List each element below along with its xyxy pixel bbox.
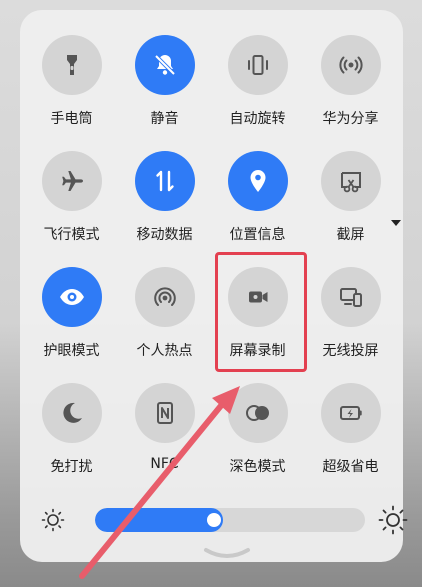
flashlight-toggle-button[interactable] (41, 35, 102, 95)
mobile-data-icon (155, 170, 174, 192)
sun-high-icon (378, 505, 408, 535)
eye-toggle-button[interactable] (41, 267, 102, 327)
screenshot-toggle-button[interactable] (320, 151, 381, 211)
expand-handle-icon[interactable] (200, 546, 254, 562)
tile-eye[interactable]: 护眼模式 (25, 267, 118, 383)
tile-label: 护眼模式 (43, 343, 100, 359)
tile-label: 位置信息 (229, 227, 286, 243)
tile-label: 超级省电 (322, 459, 379, 475)
tile-auto-rotate[interactable]: 自动旋转 (211, 35, 304, 151)
moon-toggle-button[interactable] (41, 383, 102, 443)
huawei-share-icon (338, 56, 363, 74)
bell-off-icon (154, 54, 175, 76)
location-toggle-button[interactable] (227, 151, 288, 211)
bell-off-toggle-button[interactable] (134, 35, 195, 95)
tile-label: 免打扰 (50, 459, 93, 475)
tile-flashlight[interactable]: 手电筒 (25, 35, 118, 151)
airplane-icon (61, 171, 83, 191)
sun-low-icon (41, 508, 65, 532)
brightness-thumb[interactable] (206, 513, 221, 527)
tile-huawei-share[interactable]: 华为分享 (304, 35, 397, 151)
flashlight-icon (66, 55, 77, 75)
tile-nfc[interactable]: NFC (118, 383, 211, 499)
tile-airplane[interactable]: 飞行模式 (25, 151, 118, 267)
tile-location[interactable]: 位置信息 (211, 151, 304, 267)
tile-label: 华为分享 (322, 111, 379, 127)
tile-label: 截屏 (336, 227, 365, 243)
tile-hotspot[interactable]: 个人热点 (118, 267, 211, 383)
wireless-projection-icon (339, 288, 362, 307)
tile-mobile-data[interactable]: 移动数据 (118, 151, 211, 267)
tile-label: 移动数据 (136, 227, 193, 243)
eye-icon (59, 289, 84, 305)
dark-mode-icon (245, 405, 269, 421)
wireless-projection-toggle-button[interactable] (320, 267, 381, 327)
screenshot-icon (340, 172, 361, 193)
huawei-share-toggle-button[interactable] (320, 35, 381, 95)
power-saving-icon (339, 406, 362, 420)
tile-power-saving[interactable]: 超级省电 (304, 383, 397, 499)
mobile-data-toggle-button[interactable] (134, 151, 195, 211)
quick-settings-panel: 手电筒 静音 自动旋转 华为分享 飞行模式 移动数据 位置信息 截屏 护眼模式 个人热点 屏幕录制无… (20, 10, 408, 562)
brightness-fill (95, 508, 223, 532)
tile-moon[interactable]: 免打扰 (25, 383, 118, 499)
location-icon (250, 170, 265, 192)
tile-dark-mode[interactable]: 深色模式 (211, 383, 304, 499)
highlight-box (215, 252, 307, 372)
tile-label: 飞行模式 (43, 227, 100, 243)
dark-mode-toggle-button[interactable] (227, 383, 288, 443)
airplane-toggle-button[interactable] (41, 151, 102, 211)
auto-rotate-icon (247, 55, 268, 75)
tile-label: 自动旋转 (229, 111, 286, 127)
auto-rotate-toggle-button[interactable] (227, 35, 288, 95)
chevron-down-icon[interactable] (391, 220, 401, 226)
nfc-icon (156, 402, 173, 424)
tile-wireless-projection[interactable]: 无线投屏 (304, 267, 397, 383)
hotspot-icon (153, 287, 176, 306)
toggle-grid: 手电筒 静音 自动旋转 华为分享 飞行模式 移动数据 位置信息 截屏 护眼模式 个人热点 屏幕录制无… (25, 35, 401, 499)
brightness-slider[interactable] (95, 508, 365, 532)
tile-label: 深色模式 (229, 459, 286, 475)
tile-label: NFC (150, 456, 179, 472)
tile-bell-off[interactable]: 静音 (118, 35, 211, 151)
tile-label: 无线投屏 (322, 343, 379, 359)
tile-label: 手电筒 (50, 111, 93, 127)
nfc-toggle-button[interactable] (134, 383, 195, 443)
tile-label: 静音 (150, 111, 179, 127)
brightness-control (40, 505, 408, 535)
power-saving-toggle-button[interactable] (320, 383, 381, 443)
tile-screenshot[interactable]: 截屏 (304, 151, 401, 267)
hotspot-toggle-button[interactable] (134, 267, 195, 327)
tile-label: 个人热点 (136, 343, 193, 359)
moon-icon (62, 402, 82, 423)
